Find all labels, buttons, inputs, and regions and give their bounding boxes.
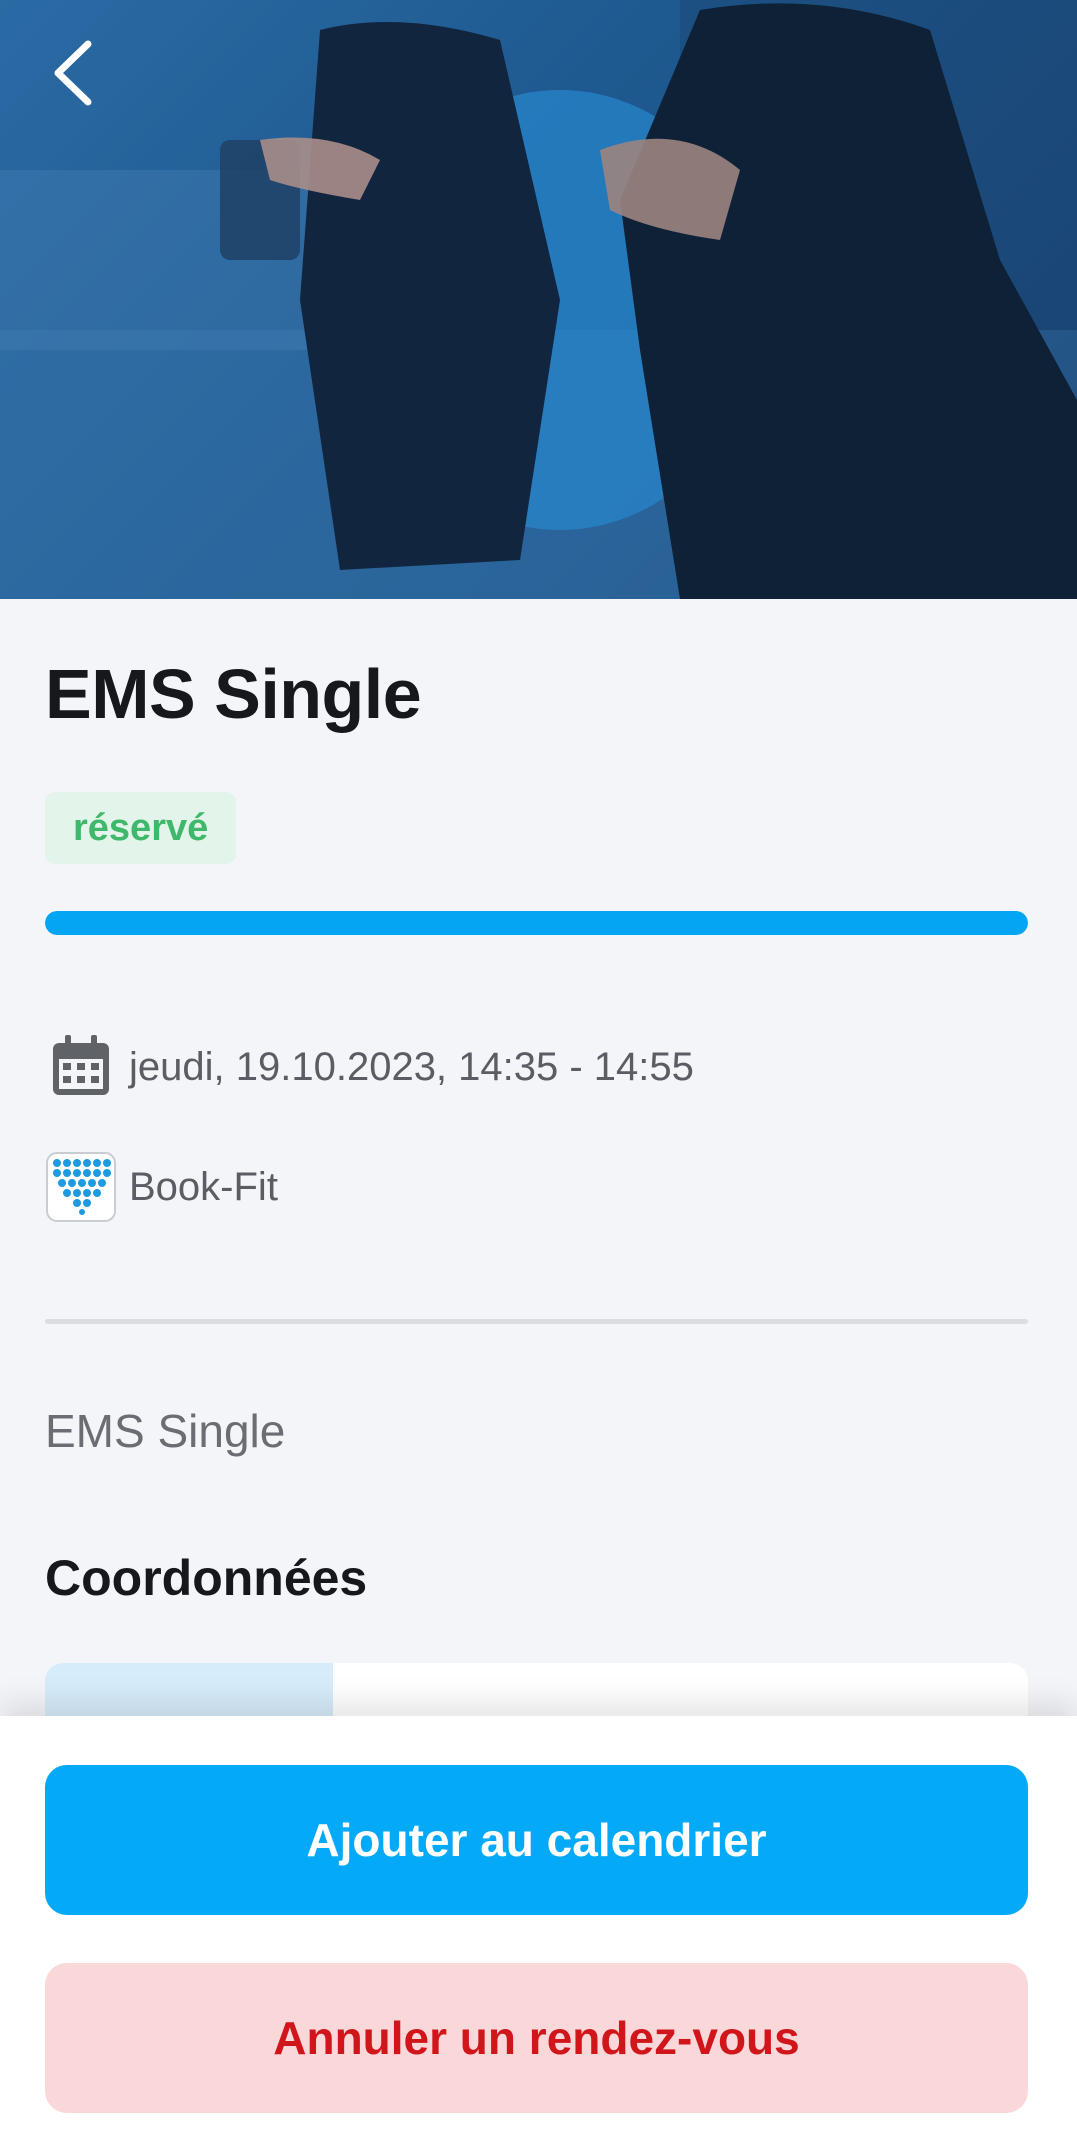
add-to-calendar-button[interactable]: Ajouter au calendrier <box>45 1765 1028 1915</box>
event-datetime: jeudi, 19.10.2023, 14:35 - 14:55 <box>129 1044 694 1089</box>
back-button[interactable] <box>50 40 130 120</box>
status-badge: réservé <box>45 792 237 864</box>
progress-fill <box>45 911 1028 935</box>
event-title: EMS Single <box>45 655 422 733</box>
hero-image <box>0 0 1077 599</box>
datetime-row: jeudi, 19.10.2023, 14:35 - 14:55 <box>45 1031 694 1103</box>
book-fit-logo-icon <box>46 1152 116 1222</box>
calendar-icon <box>53 1035 109 1095</box>
contact-heading: Coordonnées <box>45 1550 368 1606</box>
event-description: EMS Single <box>45 1405 286 1457</box>
chevron-left-icon <box>54 40 92 106</box>
progress-bar <box>45 911 1028 935</box>
cancel-appointment-button[interactable]: Annuler un rendez-vous <box>45 1963 1028 2113</box>
workout-photo <box>0 0 1077 599</box>
action-panel: Ajouter au calendrier Annuler un rendez-… <box>0 1716 1077 2156</box>
provider-name: Book-Fit <box>129 1164 278 1209</box>
provider-row: Book-Fit <box>45 1151 278 1223</box>
divider <box>45 1319 1028 1324</box>
